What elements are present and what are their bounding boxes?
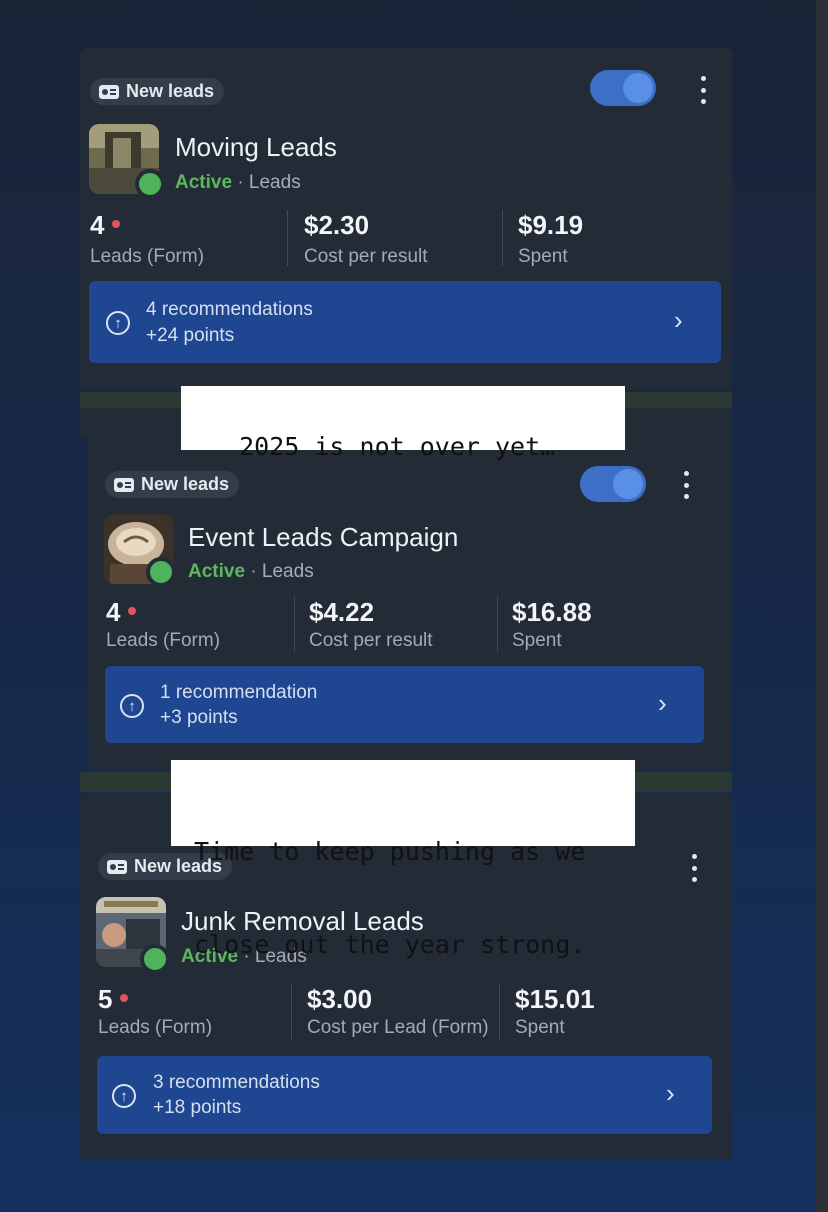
chevron-right-icon: › [658,688,667,718]
campaign-type: Leads [248,172,301,193]
leads-count: 5 [98,984,129,1015]
alert-dot [128,607,137,616]
campaign-name[interactable]: Event Leads Campaign [188,522,458,553]
campaign-status-line: Active · Leads [175,172,301,194]
cost-per-result-label: Cost per result [309,630,433,651]
arrow-up-circle-icon: ↑ [112,1084,136,1108]
lead-form-icon [114,477,134,492]
arrow-up-circle-icon: ↑ [106,311,130,335]
cost-per-lead-label: Cost per Lead (Form) [307,1017,489,1038]
more-vertical-icon[interactable] [697,76,709,104]
recommendations-button[interactable]: ↑ 4 recommendations +24 points › [89,281,721,363]
spent-label: Spent [518,246,568,267]
campaign-card-moving: New leads Moving Leads Active · Leads 4 … [80,48,732,390]
spent-label: Spent [515,1017,565,1038]
leads-count: 4 [90,210,121,241]
leads-label: Leads (Form) [106,630,221,651]
spent-value: $16.88 [512,597,592,627]
recommendations-button[interactable]: ↑ 1 recommendation +3 points › [105,666,704,743]
caption-line-1: Time to keep pushing as we [194,837,586,866]
metric-divider [499,984,500,1040]
campaign-tag-label: New leads [126,81,215,101]
active-status-dot [146,557,176,587]
campaign-tag: New leads [105,471,240,498]
campaign-status: Active [175,172,233,193]
campaign-toggle[interactable] [580,466,646,502]
campaign-status-line: Active · Leads [188,561,314,583]
spent-label: Spent [512,630,562,651]
metric-divider [497,596,498,652]
lead-form-icon [107,859,127,874]
separator-dot: · [237,172,244,193]
campaign-tag-label: New leads [141,474,230,494]
leads-label: Leads (Form) [90,246,205,267]
campaign-status: Active [188,561,246,582]
campaign-toggle[interactable] [590,70,656,106]
lead-form-icon [99,84,119,99]
campaign-tag: New leads [90,78,225,105]
recommendations-count: 1 recommendation [160,682,318,703]
cost-per-result-value: $4.22 [309,597,375,627]
campaign-type: Leads [261,561,314,582]
leads-count: 4 [106,597,137,628]
active-status-dot [140,944,170,974]
separator-dot: · [250,561,257,582]
toggle-knob [613,469,643,499]
caption-overlay-2: Time to keep pushing as we close out the… [171,760,635,959]
cost-per-result-value: $2.30 [304,210,370,240]
caption-line-2: close out the year strong. [194,930,586,959]
caption-text: 2025 is not over yet… [239,432,556,461]
window-edge [816,0,828,1212]
spent-value: $9.19 [518,210,584,240]
metric-divider [294,596,295,652]
metric-divider [502,210,503,266]
chevron-right-icon: › [666,1078,675,1108]
toggle-knob [623,73,653,103]
campaign-card-event: New leads Event Leads Campaign Active · … [88,438,732,770]
chevron-right-icon: › [674,305,683,335]
campaign-name[interactable]: Moving Leads [175,132,337,163]
metric-divider [291,984,292,1040]
active-status-dot [135,169,165,199]
more-vertical-icon[interactable] [680,471,692,499]
leads-label: Leads (Form) [98,1017,213,1038]
recommendations-points: +18 points [153,1097,242,1118]
recommendations-points: +24 points [146,325,235,346]
recommendations-button[interactable]: ↑ 3 recommendations +18 points › [97,1056,712,1134]
recommendations-count: 3 recommendations [153,1072,320,1093]
recommendations-points: +3 points [160,707,238,728]
cost-per-result-label: Cost per result [304,246,428,267]
alert-dot [112,220,121,229]
metric-divider [287,210,288,266]
alert-dot [120,994,129,1003]
arrow-up-circle-icon: ↑ [120,694,144,718]
more-vertical-icon[interactable] [688,854,700,882]
recommendations-count: 4 recommendations [146,299,313,320]
caption-overlay-1: 2025 is not over yet… [181,386,625,461]
